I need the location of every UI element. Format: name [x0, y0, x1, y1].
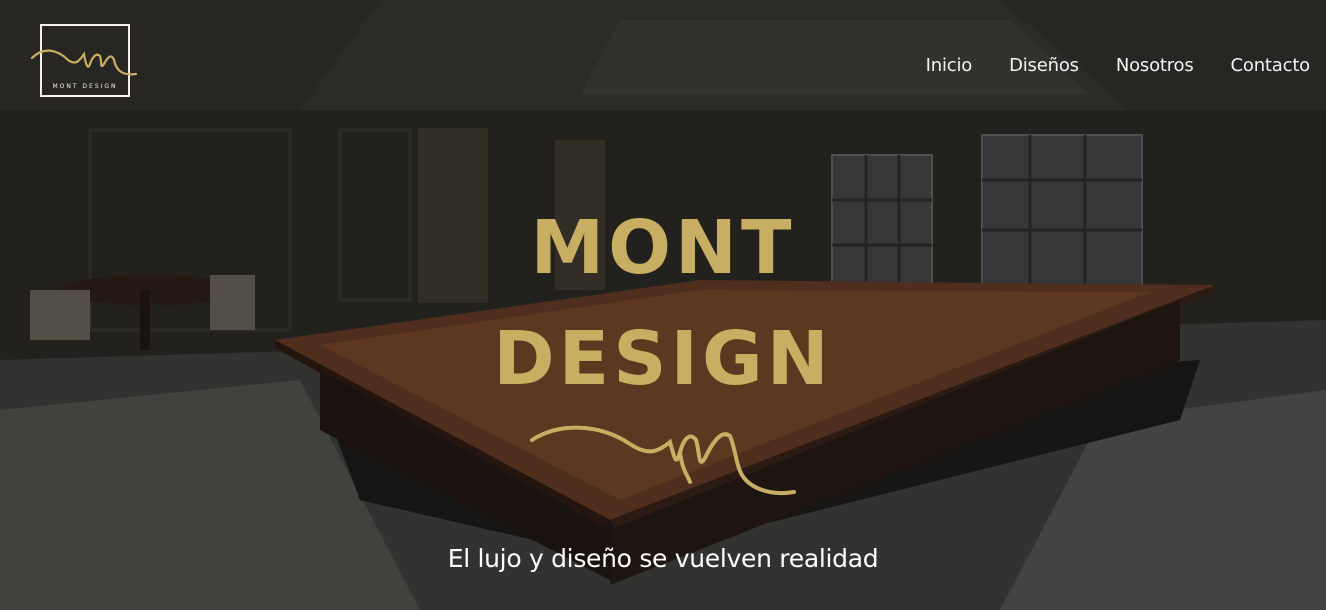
nav-link-disenos[interactable]: Diseños	[1009, 55, 1079, 77]
nav-link-contacto[interactable]: Contacto	[1231, 55, 1311, 77]
logo-link[interactable]: MONT DESIGN	[30, 24, 138, 97]
hero-monogram-icon	[530, 425, 796, 495]
hero-title-line1: MONT	[530, 205, 796, 291]
main-nav: Inicio Diseños Nosotros Contacto	[926, 55, 1311, 77]
hero-section: MONT DESIGN Inicio Diseños Nosotros Cont…	[0, 0, 1326, 610]
nav-link-nosotros[interactable]: Nosotros	[1116, 55, 1194, 77]
logo-text: MONT DESIGN	[52, 83, 118, 90]
hero-overlay	[0, 0, 1326, 610]
hero-title-line2: DESIGN	[493, 316, 833, 402]
hero-tagline: El lujo y diseño se vuelven realidad	[447, 544, 879, 573]
nav-link-inicio[interactable]: Inicio	[926, 55, 973, 77]
logo-monogram-icon	[30, 49, 138, 76]
